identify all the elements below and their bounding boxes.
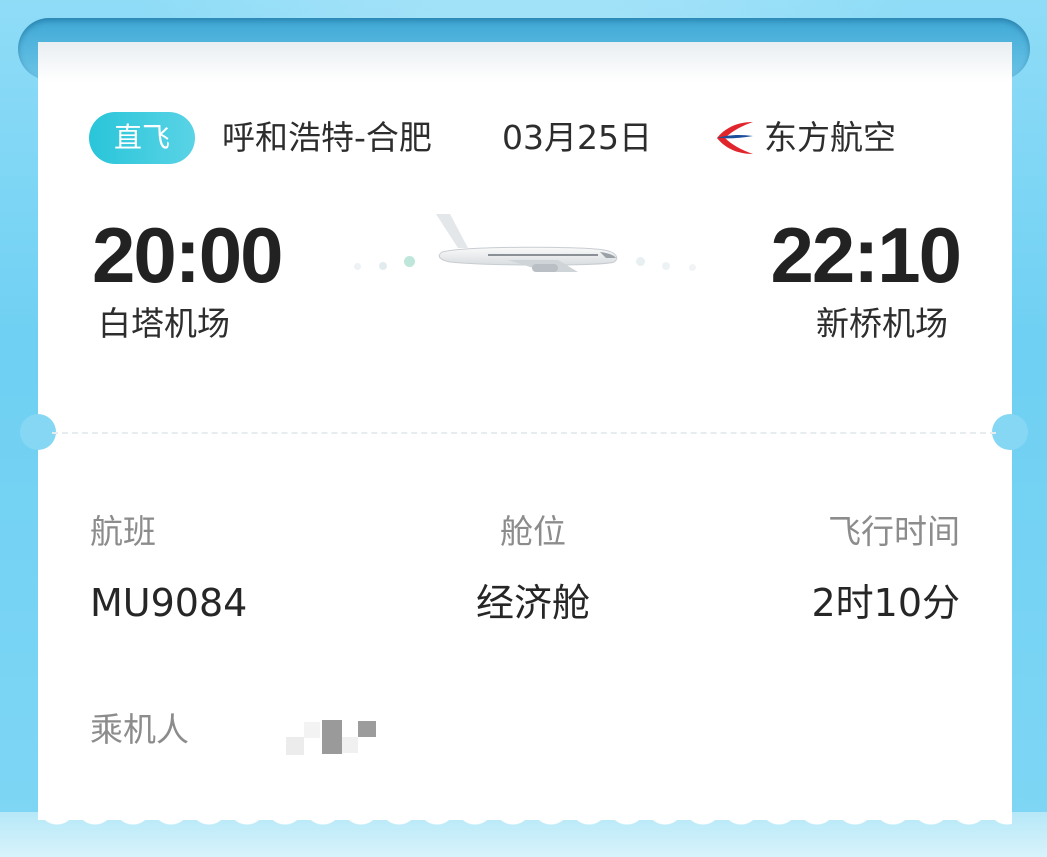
route-text: 呼和浩特-合肥 — [222, 118, 432, 157]
ticket-notch-left — [20, 414, 56, 450]
china-eastern-logo-icon — [717, 122, 753, 154]
cabin-class-value: 经济舱 — [475, 581, 590, 625]
passenger-label: 乘机人 — [90, 710, 189, 749]
flight-number-value: MU9084 — [90, 581, 248, 625]
airplane-icon — [436, 214, 618, 272]
path-dot — [636, 257, 645, 266]
redaction-block — [342, 737, 358, 753]
redaction-block — [358, 721, 376, 737]
airline-name: 东方航空 — [764, 118, 896, 157]
arrival-time: 22:10 — [770, 211, 963, 299]
flight-number-label: 航班 — [90, 512, 156, 551]
ticket-scalloped-edge — [38, 806, 1012, 857]
flight-duration-value: 2时10分 — [811, 581, 960, 625]
path-dot — [689, 264, 696, 271]
path-dot — [404, 256, 415, 267]
arrival-airport: 新桥机场 — [816, 304, 948, 343]
cabin-class-label: 舱位 — [500, 512, 566, 551]
path-dot — [379, 262, 387, 270]
redaction-block — [322, 720, 342, 754]
flight-date: 03月25日 — [502, 118, 652, 157]
path-dot — [662, 262, 670, 270]
redaction-block — [304, 722, 320, 738]
flight-duration-label: 飞行时间 — [828, 512, 960, 551]
departure-time: 20:00 — [92, 211, 283, 299]
departure-airport: 白塔机场 — [98, 304, 230, 343]
ticket-tear-line — [52, 432, 996, 434]
path-dot — [354, 263, 361, 270]
ticket-notch-right — [992, 414, 1028, 450]
redaction-block — [286, 737, 304, 755]
direct-flight-badge: 直飞 — [89, 112, 195, 164]
ticket-top-shadow — [38, 42, 1012, 82]
